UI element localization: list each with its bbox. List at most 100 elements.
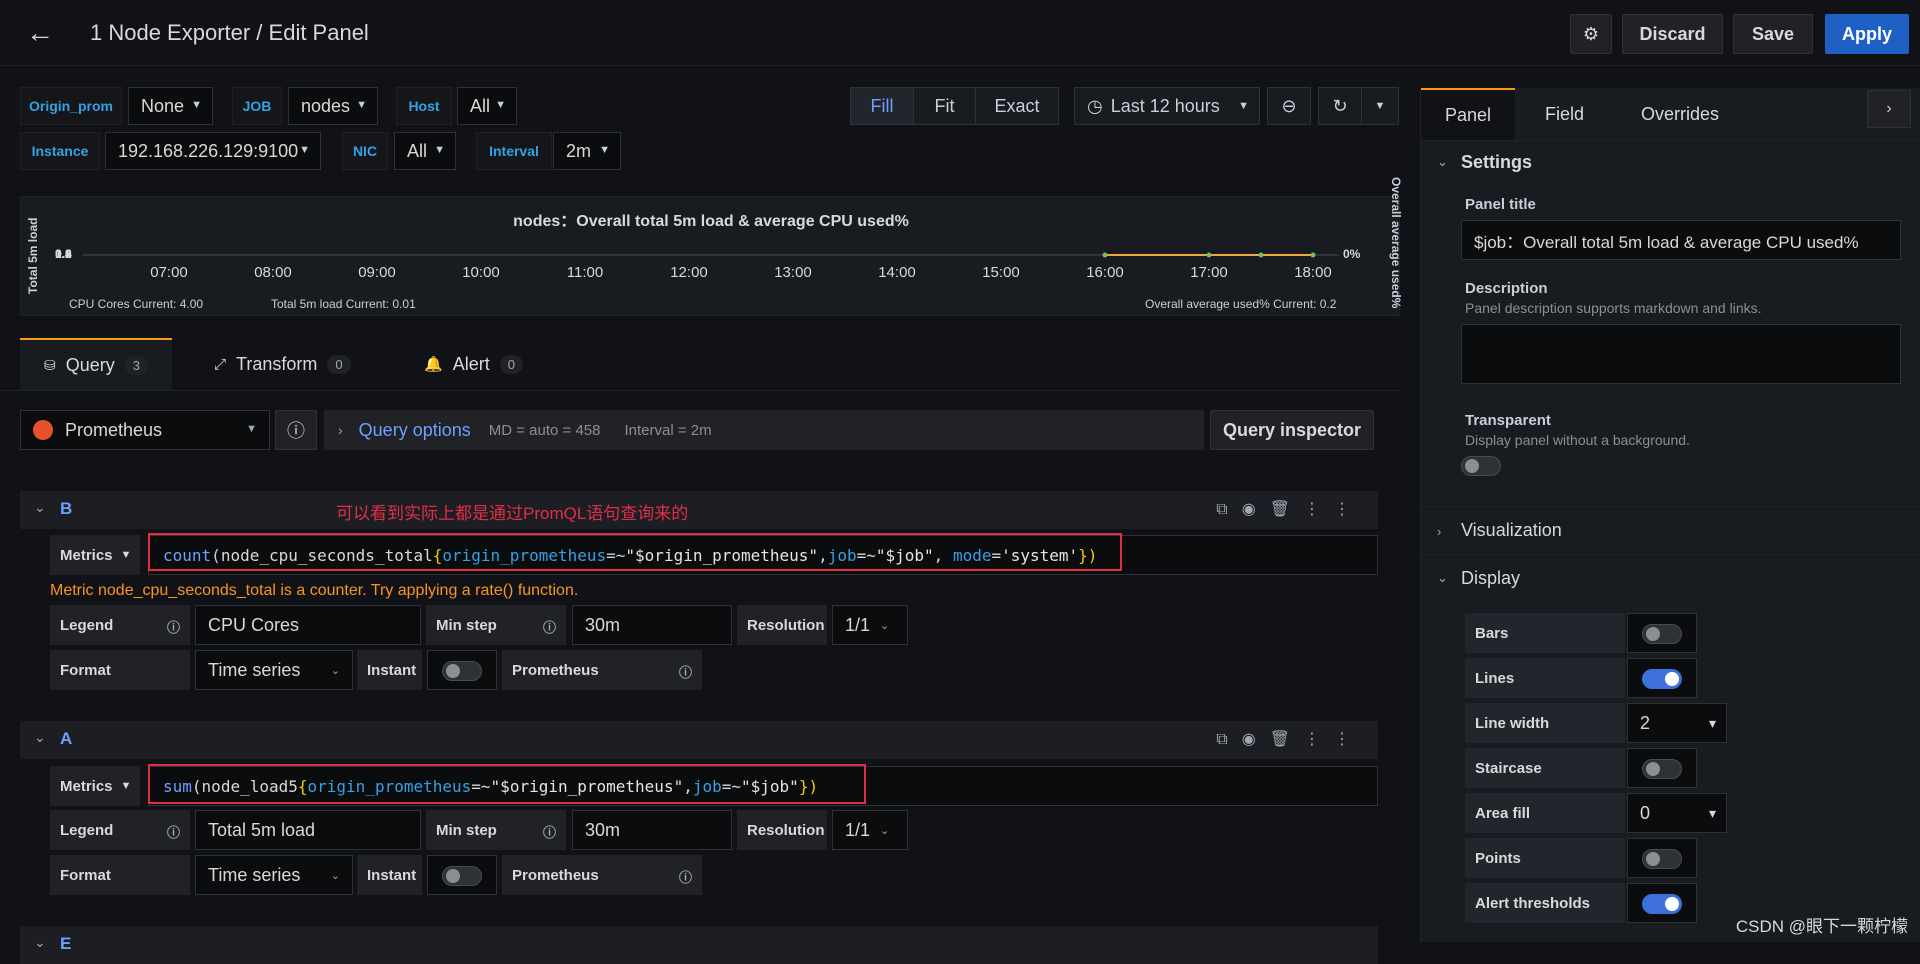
chevron-down-icon: ⌄ (330, 664, 340, 677)
trash-icon[interactable]: 🗑 (1270, 731, 1304, 748)
time-picker[interactable]: ◷ Last 12 hours ▼ (1074, 87, 1260, 125)
resolution-select[interactable]: 1/1 ⌄ (832, 810, 908, 850)
transform-icon: ⤢ (214, 355, 227, 373)
metrics-label[interactable]: Metrics ▼ (50, 766, 140, 806)
chevron-down-icon[interactable]: ⌄ (34, 934, 46, 951)
view-exact-button[interactable]: Exact (975, 87, 1059, 125)
legend-input[interactable]: Total 5m load (195, 810, 421, 850)
variable-select-nic[interactable]: All ▼ (394, 132, 456, 170)
variable-select-instance[interactable]: 192.168.226.129:9100 ▼ (105, 132, 321, 170)
min-step-input[interactable]: 30m (572, 810, 732, 850)
query-header-b[interactable]: ⌄ B ⧉◉🗑⋮⋮ (20, 491, 1378, 529)
resolution-select[interactable]: 1/1 ⌄ (832, 605, 908, 645)
min-step-input[interactable]: 30m (572, 605, 732, 645)
query-inspector-button[interactable]: Query inspector (1210, 410, 1374, 450)
duplicate-icon[interactable]: ⧉ (1216, 731, 1241, 748)
variable-select-interval[interactable]: 2m ▼ (553, 132, 621, 170)
clock-icon: ◷ (1087, 95, 1103, 116)
view-fit-button[interactable]: Fit (913, 87, 976, 125)
query-header-a[interactable]: ⌄ A ⧉◉🗑⋮⋮ (20, 721, 1378, 759)
format-select[interactable]: Time series ⌄ (195, 650, 353, 690)
query-ref-id[interactable]: A (60, 729, 72, 749)
transparent-toggle[interactable] (1461, 456, 1501, 476)
display-option-toggle[interactable] (1642, 894, 1682, 914)
variable-select-job[interactable]: nodes ▼ (288, 87, 378, 125)
refresh-icon[interactable]: ↻ (1318, 87, 1362, 125)
prometheus-options-label[interactable]: Prometheus ⓘ (502, 855, 702, 895)
max-data-points: MD = auto = 458 (488, 421, 601, 439)
chevron-down-icon[interactable]: ⌄ (34, 729, 46, 746)
datasource-name: Prometheus (65, 419, 163, 440)
trash-icon[interactable]: 🗑 (1270, 501, 1304, 518)
legend-input[interactable]: CPU Cores (195, 605, 421, 645)
variable-select-origin-prom[interactable]: None ▼ (128, 87, 213, 125)
apply-button[interactable]: Apply (1825, 14, 1909, 54)
display-option-select[interactable]: 2 ▾ (1627, 703, 1727, 743)
display-option-label: Staircase (1465, 748, 1625, 788)
tab-alert[interactable]: 🔔 Alert 0 (424, 338, 523, 390)
display-section-title[interactable]: Display (1461, 568, 1520, 589)
query-options-bar[interactable]: › Query options MD = auto = 458 Interval… (324, 410, 1204, 450)
view-fill-button[interactable]: Fill (850, 87, 914, 125)
chevron-down-icon: ▼ (246, 423, 257, 435)
instant-label: Instant (357, 650, 422, 690)
variable-select-host[interactable]: All ▼ (457, 87, 517, 125)
chevron-down-icon: ▼ (120, 780, 132, 792)
back-arrow-icon[interactable]: ← (26, 19, 56, 47)
format-select[interactable]: Time series ⌄ (195, 855, 353, 895)
resolution-value: 1/1 (845, 819, 871, 840)
display-option-select[interactable]: 0 ▾ (1627, 793, 1727, 833)
eye-icon[interactable]: ◉ (1242, 731, 1270, 748)
display-option-value: 0 (1640, 802, 1651, 823)
format-label: Format (50, 855, 190, 895)
instant-toggle[interactable] (442, 866, 482, 886)
description-hint: Panel description supports markdown and … (1465, 300, 1762, 316)
side-tab-overrides[interactable]: Overrides (1641, 88, 1719, 140)
chevron-down-icon: ▼ (495, 99, 506, 111)
prometheus-options-label[interactable]: Prometheus ⓘ (502, 650, 702, 690)
variable-value: 2m (566, 140, 592, 161)
chevron-down-icon[interactable]: ⌄ (1437, 570, 1448, 586)
display-option-toggle[interactable] (1642, 849, 1682, 869)
save-button[interactable]: Save (1733, 14, 1813, 54)
query-ref-id[interactable]: E (60, 934, 71, 954)
query-ref-id[interactable]: B (60, 499, 72, 519)
chevron-right-icon[interactable]: › (1437, 524, 1441, 539)
gear-icon[interactable]: ⚙ (1570, 14, 1612, 54)
options-pane: Panel Field Overrides › ⌄ Settings Panel… (1420, 88, 1920, 942)
tab-transform[interactable]: ⤢ Transform 0 (214, 338, 351, 390)
instant-toggle[interactable] (442, 661, 482, 681)
alert-count-badge: 0 (499, 354, 523, 374)
description-textarea[interactable] (1461, 324, 1901, 384)
drag-handle-icon[interactable]: ⋮⋮ (1304, 501, 1364, 518)
info-icon: ⓘ (166, 620, 180, 635)
chevron-right-icon[interactable]: › (1867, 90, 1911, 128)
metrics-label[interactable]: Metrics ▼ (50, 535, 140, 575)
drag-handle-icon[interactable]: ⋮⋮ (1304, 731, 1364, 748)
side-tab-field[interactable]: Field (1545, 88, 1584, 140)
display-option-toggle[interactable] (1642, 624, 1682, 644)
chevron-down-icon[interactable]: ⌄ (34, 499, 46, 516)
query-header-e[interactable]: ⌄ E (20, 926, 1378, 964)
display-option-toggle[interactable] (1642, 669, 1682, 689)
tab-query[interactable]: ⛁ Query 3 (20, 338, 172, 390)
eye-icon[interactable]: ◉ (1242, 501, 1270, 518)
duplicate-icon[interactable]: ⧉ (1216, 501, 1241, 518)
help-icon[interactable]: ⓘ (275, 410, 317, 450)
datasource-picker[interactable]: Prometheus ▼ (20, 410, 270, 450)
chevron-down-icon: ▼ (434, 144, 445, 156)
display-option-toggle-wrap (1627, 658, 1697, 698)
discard-button[interactable]: Discard (1622, 14, 1723, 54)
visualization-section-title[interactable]: Visualization (1461, 520, 1562, 541)
query-options-label: Query options (358, 419, 471, 440)
settings-section-title[interactable]: Settings (1461, 152, 1532, 173)
zoom-out-icon[interactable]: ⊖ (1267, 87, 1311, 125)
chevron-down-icon[interactable]: ⌄ (1437, 154, 1448, 170)
side-tab-panel[interactable]: Panel (1421, 88, 1515, 140)
x-tick-label: 16:00 (1086, 264, 1124, 281)
prometheus-options-label-text: Prometheus (512, 661, 599, 679)
display-option-toggle-wrap (1627, 613, 1697, 653)
display-option-toggle[interactable] (1642, 759, 1682, 779)
refresh-interval-chevron-icon[interactable]: ▼ (1361, 87, 1399, 125)
panel-title-input[interactable]: $job：Overall total 5m load & average CPU… (1461, 220, 1901, 260)
